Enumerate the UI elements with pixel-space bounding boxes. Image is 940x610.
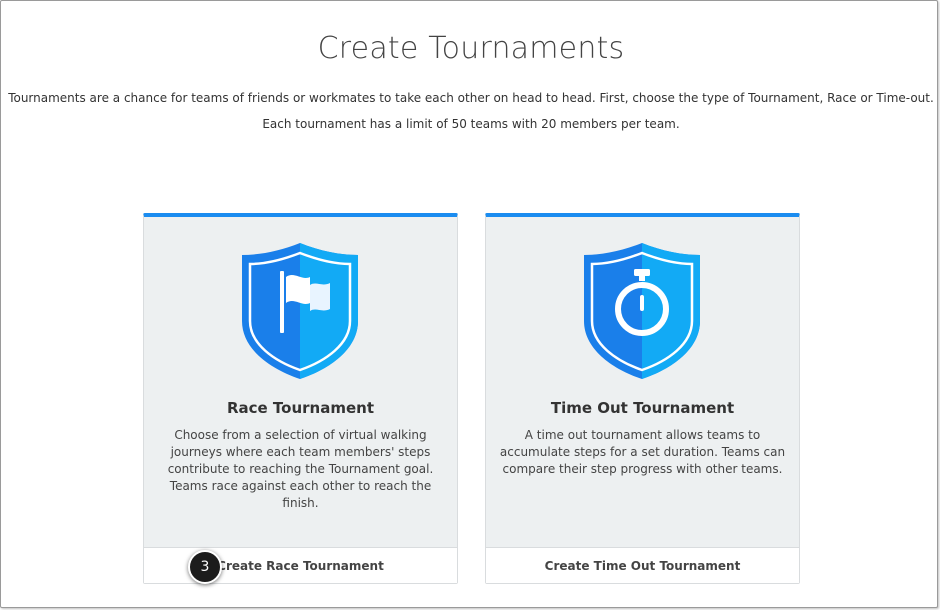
create-timeout-tournament-button[interactable]: Create Time Out Tournament [486, 547, 799, 583]
stopwatch-shield-icon [584, 243, 700, 379]
page-frame: Create Tournaments Tournaments are a cha… [0, 0, 938, 608]
step-number-badge: 3 [188, 550, 222, 584]
intro-text: Tournaments are a chance for teams of fr… [1, 85, 940, 137]
timeout-card-title: Time Out Tournament [550, 399, 735, 417]
page-title: Create Tournaments [317, 31, 625, 66]
race-card-description: Choose from a selection of virtual walki… [167, 428, 434, 510]
intro-line-2: Each tournament has a limit of 50 teams … [262, 117, 680, 131]
intro-line-1: Tournaments are a chance for teams of fr… [8, 91, 934, 105]
timeout-tournament-card: Time Out Tournament A time out tournamen… [485, 213, 800, 584]
race-card-title: Race Tournament [226, 399, 375, 417]
timeout-card-description: A time out tournament allows teams to ac… [499, 428, 786, 476]
race-flag-shield-icon [242, 243, 358, 379]
race-tournament-card: Race Tournament Choose from a selection … [143, 213, 458, 584]
